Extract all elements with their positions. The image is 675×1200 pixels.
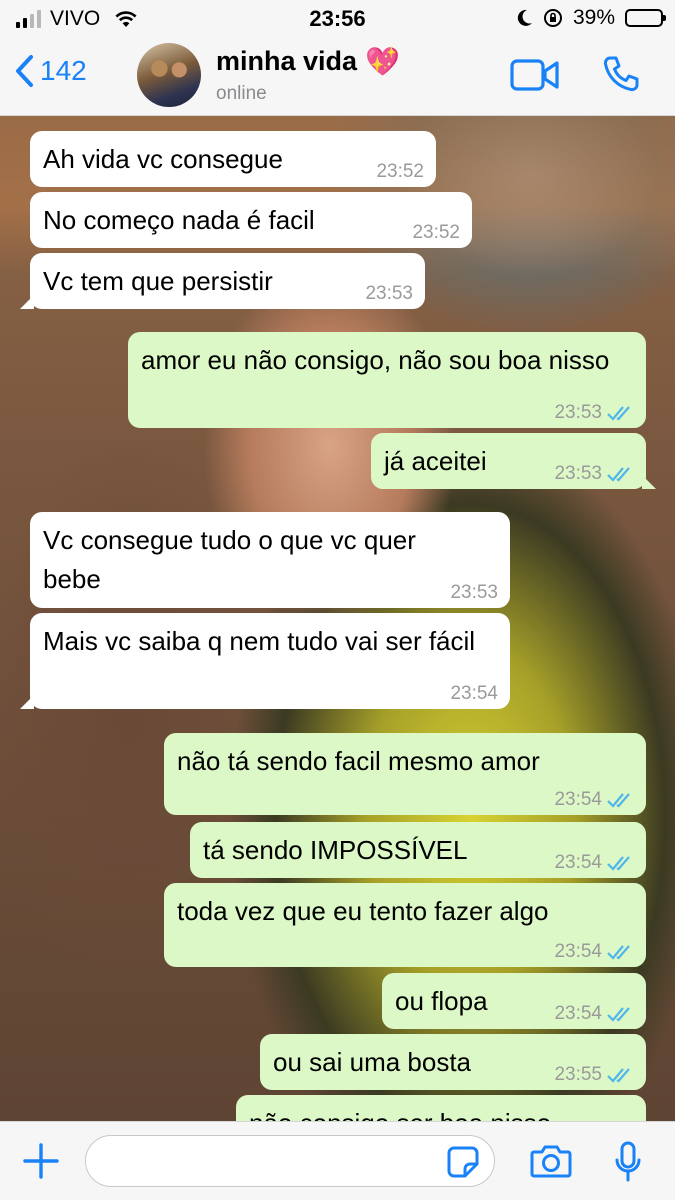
message-time: 23:53	[554, 463, 602, 484]
double-check-icon	[607, 856, 630, 871]
message-time: 23:53	[554, 402, 602, 423]
message-meta: 23:52	[376, 160, 424, 184]
double-check-icon	[607, 793, 630, 808]
sparkling-heart-icon: 💖	[365, 45, 400, 77]
camera-button[interactable]	[530, 1144, 572, 1178]
message-meta: 23:53	[450, 581, 498, 605]
message-text: não tá sendo facil mesmo amor	[177, 746, 540, 776]
message-text: No começo nada é facil	[43, 205, 315, 235]
message-time: 23:53	[450, 582, 498, 603]
message-meta: 23:55	[554, 1063, 634, 1087]
status-bar: VIVO 23:56 39%	[0, 0, 675, 36]
message-time: 23:54	[554, 1003, 602, 1024]
message-text: amor eu não consigo, não sou boa nisso	[141, 345, 610, 375]
voice-call-button[interactable]	[602, 55, 640, 93]
message-time: 23:54	[554, 789, 602, 810]
message-text: Vc tem que persistir	[43, 266, 273, 296]
double-check-icon	[607, 1007, 630, 1022]
message-bubble[interactable]: Ah vida vc consegue 23:52	[30, 131, 436, 187]
message-text: toda vez que eu tento fazer algo	[177, 896, 549, 926]
message-meta: 23:53	[554, 401, 634, 425]
message-bubble[interactable]: não consigo ser boa nisso	[236, 1095, 646, 1121]
message-text: Ah vida vc consegue	[43, 144, 283, 174]
message-meta: 23:54	[554, 940, 634, 964]
message-bubble[interactable]: ou flopa 23:54	[382, 973, 646, 1029]
message-bubble[interactable]: toda vez que eu tento fazer algo 23:54	[164, 883, 646, 967]
orientation-lock-icon	[543, 9, 562, 27]
contact-name[interactable]: minha vida 💖	[216, 46, 400, 77]
message-bubble[interactable]: tá sendo IMPOSSÍVEL 23:54	[190, 822, 646, 878]
message-time: 23:54	[554, 852, 602, 873]
message-bubble[interactable]: No começo nada é facil 23:52	[30, 192, 472, 248]
sticker-button[interactable]	[447, 1146, 479, 1178]
message-input[interactable]	[85, 1135, 495, 1187]
plus-button[interactable]	[22, 1142, 60, 1180]
contact-avatar[interactable]	[137, 43, 201, 107]
message-bubble[interactable]: Vc tem que persistir 23:53	[20, 253, 425, 309]
chat-area[interactable]: Ah vida vc consegue 23:52 No começo nada…	[0, 116, 675, 1121]
double-check-icon	[607, 945, 630, 960]
status-right: 39%	[517, 6, 666, 30]
battery-percent: 39%	[572, 6, 615, 29]
message-meta: 23:54	[554, 851, 634, 875]
message-bubble[interactable]: já aceitei 23:53	[371, 433, 656, 489]
double-check-icon	[607, 1068, 630, 1083]
contact-status: online	[216, 83, 267, 104]
message-meta: 23:54	[554, 788, 634, 812]
message-time: 23:55	[554, 1064, 602, 1085]
message-bubble[interactable]: Mais vc saiba q nem tudo vai ser fácil 2…	[20, 613, 510, 709]
message-text: não consigo ser boa nisso	[249, 1104, 633, 1121]
chevron-left-icon	[16, 55, 33, 87]
back-button[interactable]: 142	[14, 54, 87, 88]
message-meta: 23:53	[365, 282, 413, 306]
microphone-button[interactable]	[614, 1141, 642, 1183]
moon-icon	[517, 9, 532, 26]
double-check-icon	[607, 467, 630, 482]
message-meta: 23:52	[412, 221, 460, 245]
message-time: 23:52	[376, 161, 424, 182]
message-bubble[interactable]: ou sai uma bosta 23:55	[260, 1034, 646, 1090]
unread-count: 142	[40, 55, 87, 86]
message-time: 23:52	[412, 222, 460, 243]
video-call-button[interactable]	[510, 58, 560, 92]
message-text: Mais vc saiba q nem tudo vai ser fácil	[43, 626, 476, 656]
message-meta: 23:53	[554, 462, 634, 486]
message-bubble[interactable]: não tá sendo facil mesmo amor 23:54	[164, 733, 646, 815]
message-time: 23:54	[554, 941, 602, 962]
message-bubble[interactable]: amor eu não consigo, não sou boa nisso 2…	[128, 332, 646, 428]
message-time: 23:53	[365, 283, 413, 304]
battery-icon	[625, 9, 666, 27]
message-text: Vc consegue tudo o que vc quer bebe	[43, 525, 416, 594]
input-bar	[0, 1121, 675, 1200]
message-meta: 23:54	[450, 682, 498, 706]
message-meta: 23:54	[554, 1002, 634, 1026]
double-check-icon	[607, 406, 630, 421]
message-bubble[interactable]: Vc consegue tudo o que vc quer bebe 23:5…	[30, 512, 510, 608]
chat-header: 142 minha vida 💖 online	[0, 36, 675, 116]
contact-name-text: minha vida	[216, 46, 358, 76]
message-time: 23:54	[450, 683, 498, 704]
